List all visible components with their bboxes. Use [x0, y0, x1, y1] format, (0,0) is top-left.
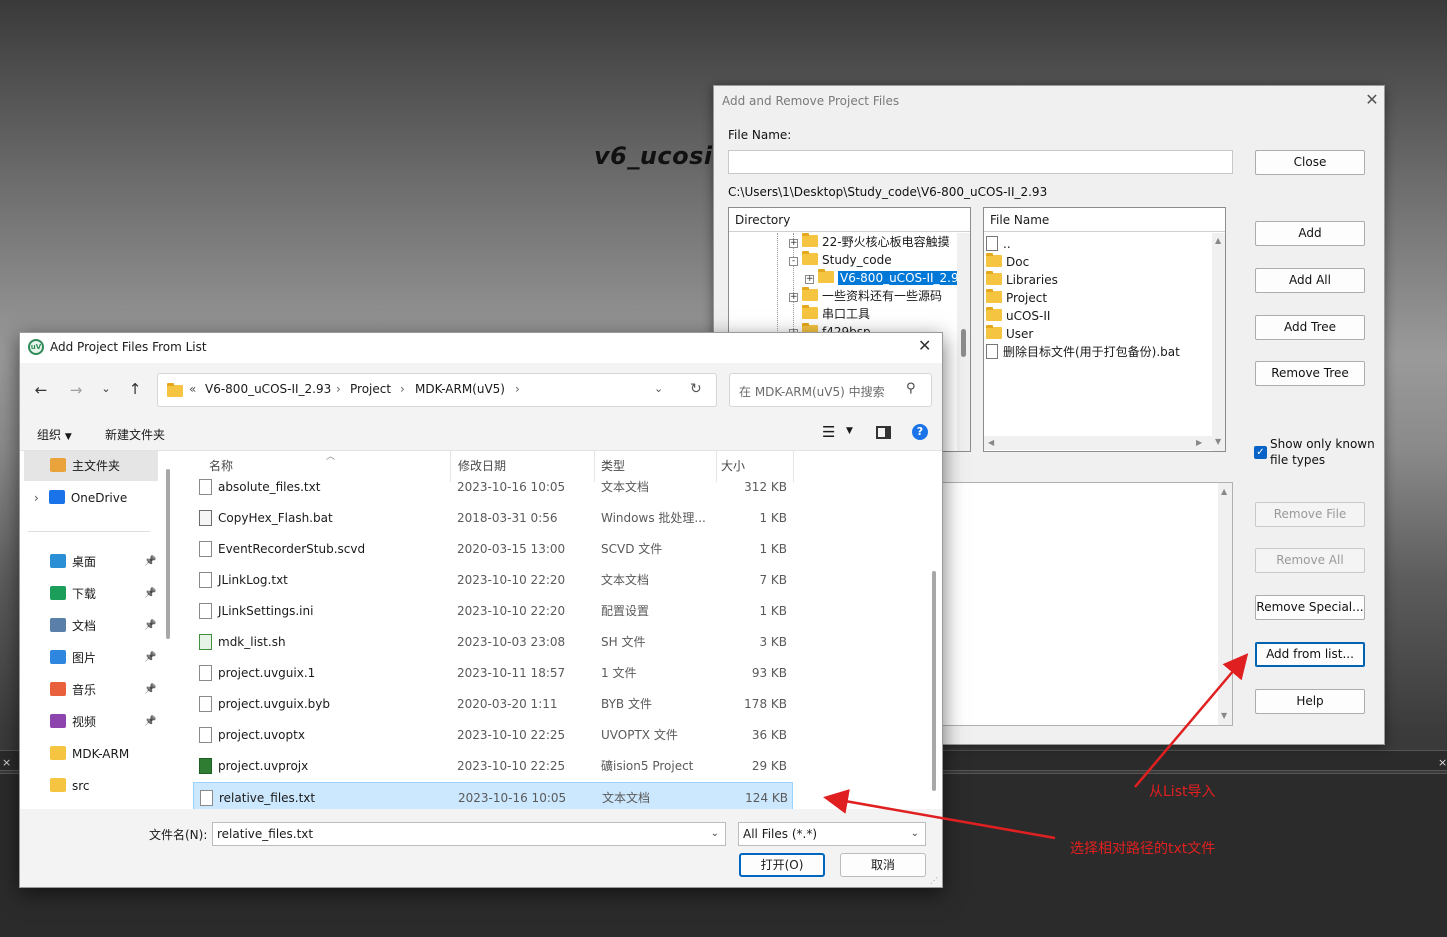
annotation-select-txt: 选择相对路径的txt文件: [1070, 841, 1216, 857]
arrow-to-relative-files: [823, 789, 1056, 840]
annotation-arrows: [823, 653, 1249, 840]
annotation-from-list: 从List导入: [1149, 784, 1216, 800]
arrow-to-add-from-list: [1134, 653, 1249, 788]
